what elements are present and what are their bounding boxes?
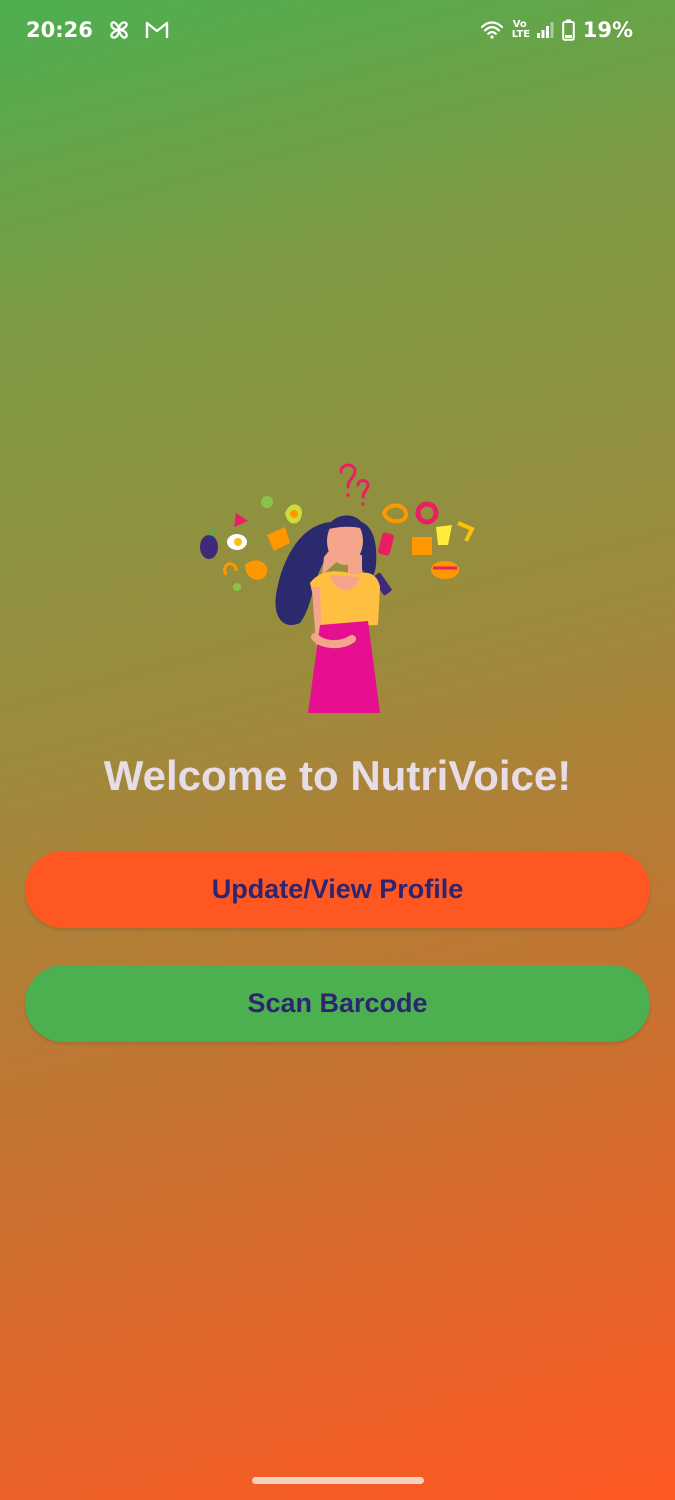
welcome-title: Welcome to NutriVoice! xyxy=(103,752,572,799)
woman-thinking-about-food-illustration xyxy=(190,455,485,715)
volte-bottom: LTE xyxy=(511,29,531,40)
volte-icon: Vo LTE xyxy=(511,20,531,40)
woman-figure xyxy=(275,515,380,713)
wifi-icon xyxy=(480,20,504,40)
question-mark-icon xyxy=(339,463,370,506)
status-time: 20:26 xyxy=(26,18,93,42)
home-gesture-bar[interactable] xyxy=(252,1477,424,1484)
status-right: Vo LTE 19% xyxy=(480,18,633,42)
battery-percent: 19% xyxy=(582,18,633,42)
food-icons-right xyxy=(372,501,475,596)
pinwheel-icon xyxy=(107,18,131,42)
gmail-icon xyxy=(145,20,169,40)
update-view-profile-button[interactable]: Update/View Profile xyxy=(25,851,650,928)
battery-icon xyxy=(561,19,575,41)
status-left: 20:26 xyxy=(26,18,169,42)
scan-barcode-button[interactable]: Scan Barcode xyxy=(25,965,650,1042)
status-bar: 20:26 Vo LTE 19% xyxy=(0,0,675,62)
signal-icon xyxy=(536,21,554,39)
